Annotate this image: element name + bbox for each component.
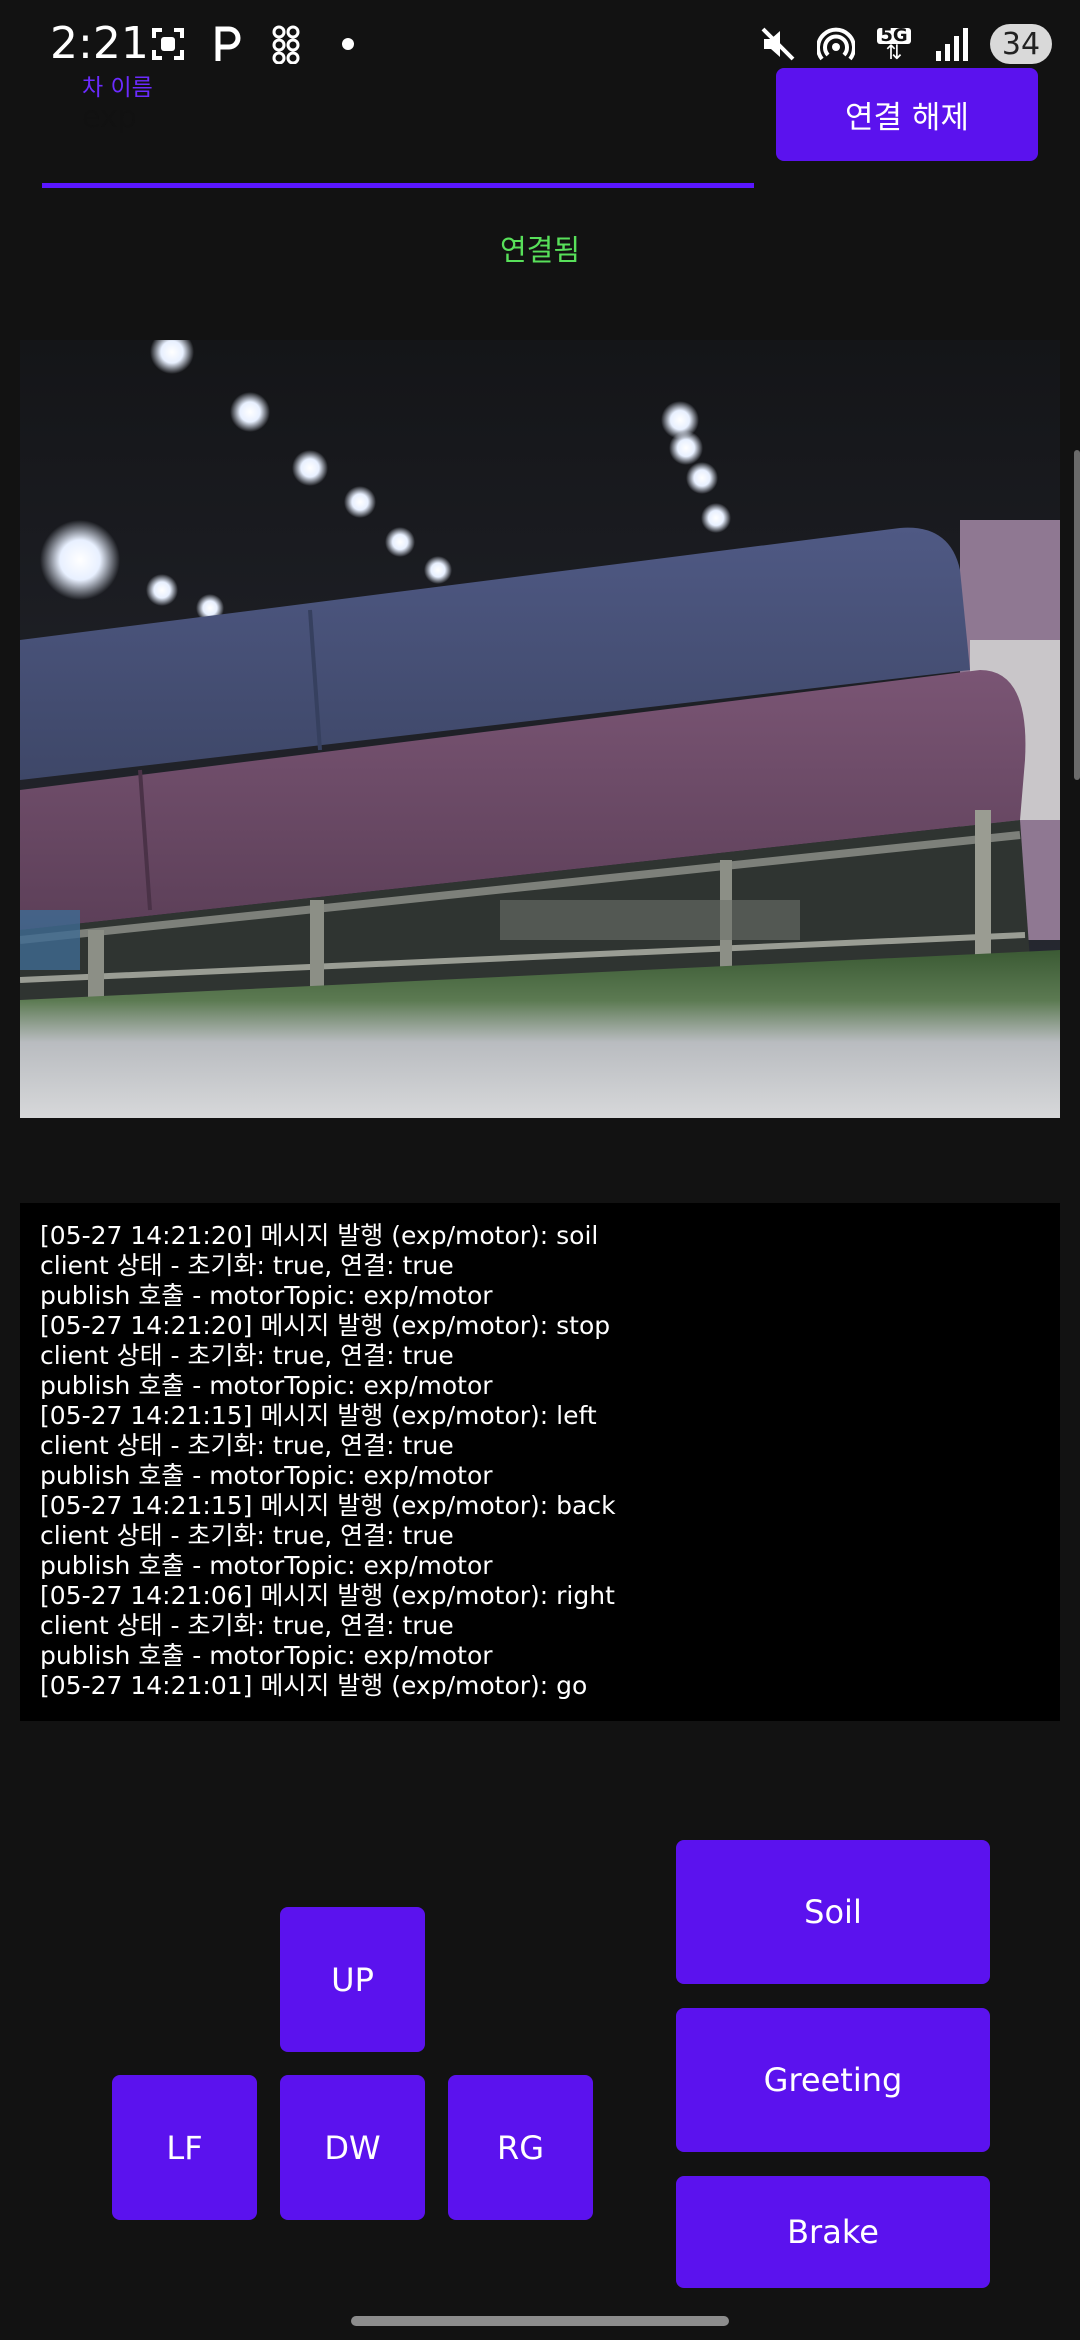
dots-grid-icon [268,24,308,64]
camera-feed [20,340,1060,1118]
scroll-handle[interactable] [1074,450,1080,780]
log-line: client 상태 - 초기화: true, 연결: true [40,1341,454,1370]
parking-p-icon [208,24,248,64]
log-line: publish 호출 - motorTopic: exp/motor [40,1281,493,1310]
log-line: client 상태 - 초기화: true, 연결: true [40,1521,454,1550]
log-line: publish 호출 - motorTopic: exp/motor [40,1461,493,1490]
down-button[interactable]: DW [280,2075,425,2220]
status-right-icons: 5G ⇅ 34 [758,24,1052,64]
brake-button[interactable]: Brake [676,2176,990,2288]
left-button[interactable]: LF [112,2075,257,2220]
car-name-field[interactable]: 차 이름 exp [42,60,754,188]
log-lines: [05-27 14:21:20] 메시지 발행 (exp/motor): soi… [40,1221,1040,1701]
home-indicator[interactable] [351,2316,729,2326]
log-line: [05-27 14:21:15] 메시지 발행 (exp/motor): bac… [40,1491,616,1520]
log-line: publish 호출 - motorTopic: exp/motor [40,1371,493,1400]
car-name-label: 차 이름 [82,75,153,101]
log-line: client 상태 - 초기화: true, 연결: true [40,1431,454,1460]
log-panel[interactable]: [05-27 14:21:20] 메시지 발행 (exp/motor): soi… [20,1203,1060,1721]
status-left-icons [148,24,368,64]
connection-status: 연결됨 [499,233,581,267]
greeting-button[interactable]: Greeting [676,2008,990,2152]
screenshot-icon [148,24,188,64]
log-line: publish 호출 - motorTopic: exp/motor [40,1641,493,1670]
notification-dot-icon [328,24,368,64]
car-name-underline [42,183,754,188]
camera-feed-image [20,340,1060,1118]
car-name-input[interactable]: exp [82,100,137,135]
battery-indicator: 34 [990,24,1052,64]
mute-icon [758,24,798,64]
log-line: [05-27 14:21:01] 메시지 발행 (exp/motor): go [40,1671,588,1700]
log-line: publish 호출 - motorTopic: exp/motor [40,1551,493,1580]
log-line: client 상태 - 초기화: true, 연결: true [40,1611,454,1640]
log-line: [05-27 14:21:15] 메시지 발행 (exp/motor): lef… [40,1401,597,1430]
hotspot-icon [816,24,856,64]
log-line: [05-27 14:21:20] 메시지 발행 (exp/motor): sto… [40,1311,611,1340]
log-line: [05-27 14:21:20] 메시지 발행 (exp/motor): soi… [40,1221,599,1250]
signal-bars-icon [932,24,972,64]
network-5g-icon: 5G ⇅ [874,24,914,64]
log-line: [05-27 14:21:06] 메시지 발행 (exp/motor): rig… [40,1581,615,1610]
log-line: client 상태 - 초기화: true, 연결: true [40,1251,454,1280]
up-button[interactable]: UP [280,1907,425,2052]
soil-button[interactable]: Soil [676,1840,990,1984]
right-button[interactable]: RG [448,2075,593,2220]
disconnect-button[interactable]: 연결 해제 [776,68,1038,161]
